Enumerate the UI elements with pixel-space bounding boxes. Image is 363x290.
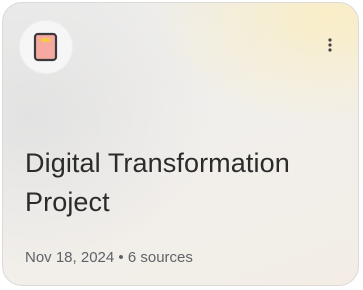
more-options-button[interactable] [320, 33, 340, 57]
meta-separator: • [118, 249, 124, 266]
notebook-source-count: 6 sources [127, 249, 193, 266]
notebook-emoji-badge [19, 20, 73, 74]
notebook-emoji-icon [33, 32, 58, 62]
more-vert-icon [328, 38, 332, 52]
notebook-meta: Nov 18, 2024 • 6 sources [25, 248, 193, 268]
notebook-card[interactable]: Digital Transformation Project Nov 18, 2… [2, 2, 359, 286]
notebook-title: Digital Transformation Project [25, 148, 290, 217]
notebook-date: Nov 18, 2024 [25, 249, 115, 266]
